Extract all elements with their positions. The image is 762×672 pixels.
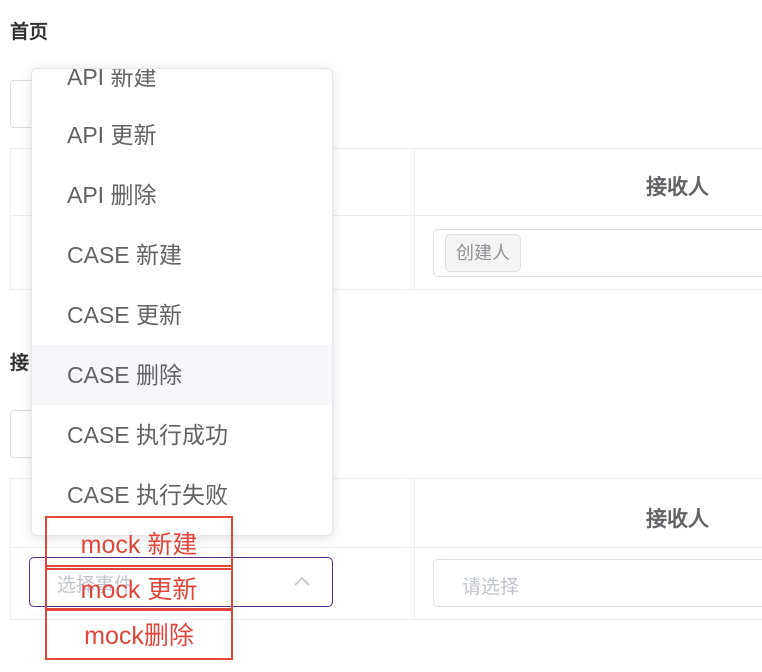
column-header-receiver: 接收人 bbox=[646, 176, 709, 199]
dropdown-option-case-delete[interactable]: CASE 删除 bbox=[32, 345, 332, 405]
dropdown-option-api-create[interactable]: API 新建 bbox=[32, 69, 332, 107]
event-dropdown: API 新建 API 更新 API 删除 CASE 新建 CASE 更新 CAS… bbox=[31, 68, 333, 536]
annotation-mock-create: mock 新建 bbox=[45, 516, 233, 570]
dropdown-option-api-delete[interactable]: API 删除 bbox=[32, 165, 332, 225]
dropdown-option-case-run-success[interactable]: CASE 执行成功 bbox=[32, 405, 332, 465]
dropdown-option-case-create[interactable]: CASE 新建 bbox=[32, 225, 332, 285]
annotation-mock-update: mock 更新 bbox=[45, 565, 233, 611]
annotation-mock-delete: mock删除 bbox=[45, 608, 233, 660]
chevron-up-icon bbox=[294, 576, 310, 586]
section-title-receiver: 接 bbox=[10, 353, 30, 374]
receiver-placeholder: 请选择 bbox=[462, 577, 520, 598]
table-column-divider bbox=[414, 149, 415, 289]
receiver-tag-creator: 创建人 bbox=[445, 234, 521, 272]
receiver-select-2[interactable]: 请选择 bbox=[433, 559, 762, 607]
dropdown-option-api-update[interactable]: API 更新 bbox=[32, 105, 332, 165]
section-title-home: 首页 bbox=[10, 22, 49, 43]
dropdown-option-case-update[interactable]: CASE 更新 bbox=[32, 285, 332, 345]
column-header-receiver-2: 接收人 bbox=[646, 508, 709, 531]
table-column-divider bbox=[414, 479, 415, 619]
